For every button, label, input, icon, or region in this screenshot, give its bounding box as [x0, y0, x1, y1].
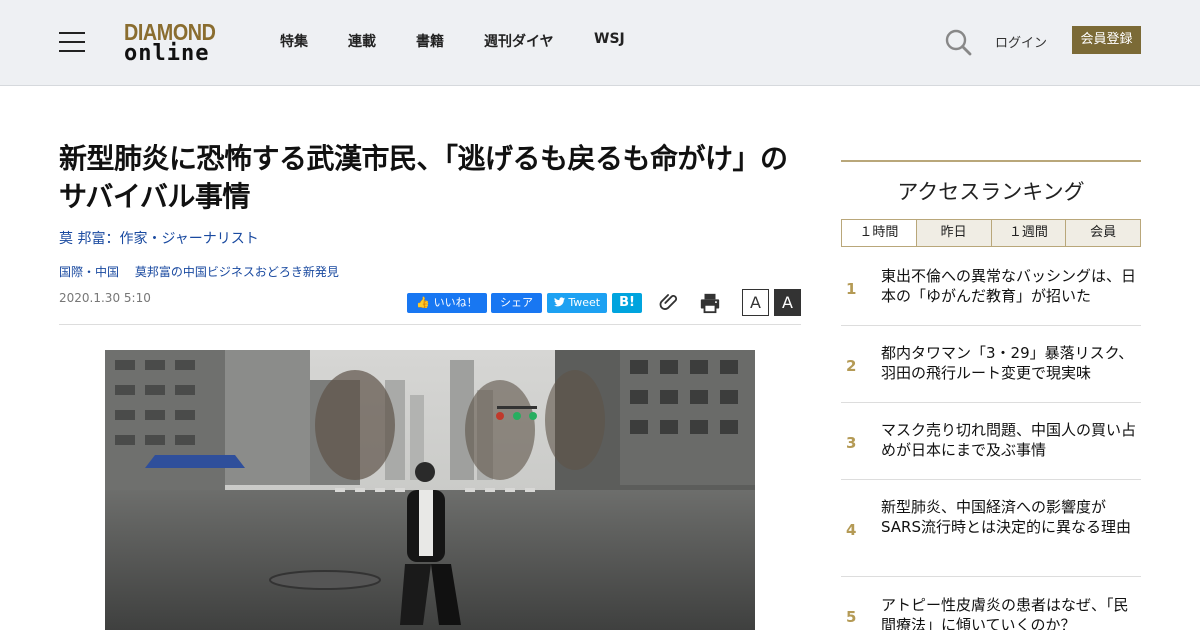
print-icon[interactable] [699, 292, 721, 314]
tab-members[interactable]: 会員 [1065, 220, 1140, 246]
ranking-tabs: １時間 昨日 １週間 会員 [841, 219, 1141, 247]
ranking-headline: 都内タワマン「3・29」暴落リスク、羽田の飛行ルート変更で現実味 [881, 344, 1134, 382]
nav-item-wsj[interactable]: WSJ [594, 31, 625, 47]
divider [59, 324, 801, 325]
facebook-share-button[interactable]: シェア [491, 293, 542, 313]
ranking-item[interactable]: 2 都内タワマン「3・29」暴落リスク、羽田の飛行ルート変更で現実味 [841, 326, 1141, 403]
article-title: 新型肺炎に恐怖する武漢市民、「逃げるも戻るも命がけ」のサバイバル事情 [59, 142, 788, 213]
article-date: 2020.1.30 5:10 [59, 291, 151, 305]
nav-item-special[interactable]: 特集 [280, 31, 308, 51]
like-label: いいね！ [433, 296, 478, 309]
ranking-number: 5 [846, 608, 857, 626]
ranking-title: アクセスランキング [897, 180, 1085, 204]
site-logo[interactable]: DIAMOND online [124, 20, 228, 66]
ranking-number: 2 [846, 357, 857, 375]
tweet-button[interactable]: Tweet [547, 293, 607, 313]
logo-text-bottom: online [124, 41, 210, 66]
category-link[interactable]: 国際・中国 [59, 265, 119, 279]
logo-text-top: DIAMOND [124, 19, 216, 45]
login-link[interactable]: ログイン [995, 32, 1047, 51]
nav-item-weekly-diamond[interactable]: 週刊ダイヤ [484, 31, 554, 51]
ranking-number: 3 [846, 434, 857, 452]
hatena-bookmark-button[interactable]: B! [612, 293, 642, 313]
ranking-item[interactable]: 4 新型肺炎、中国経済への影響度がSARS流行時とは決定的に異なる理由 [841, 480, 1141, 577]
ranking-item[interactable]: 5 アトピー性皮膚炎の患者はなぜ、「民間療法」に傾いていくのか？ [841, 577, 1141, 630]
twitter-bird-icon [553, 297, 565, 307]
ranking-headline: 新型肺炎、中国経済への影響度がSARS流行時とは決定的に異なる理由 [881, 498, 1132, 536]
search-icon[interactable] [944, 28, 972, 56]
facebook-like-button[interactable]: 👍 いいね！ [407, 293, 487, 313]
article-photo [105, 350, 755, 630]
tab-1-hour[interactable]: １時間 [842, 220, 916, 246]
font-size-large-button[interactable]: A [774, 289, 801, 316]
menu-icon[interactable] [59, 32, 85, 52]
ranking-number: 4 [846, 521, 857, 539]
site-header: DIAMOND online 特集 連載 書籍 週刊ダイヤ WSJ ログイン 会… [0, 0, 1200, 86]
clip-icon[interactable] [658, 291, 680, 313]
nav-item-books[interactable]: 書籍 [416, 31, 444, 51]
article-author[interactable]: 莫 邦富：作家・ジャーナリスト [59, 228, 259, 248]
nav-item-series[interactable]: 連載 [348, 31, 376, 51]
tweet-label: Tweet [568, 296, 601, 309]
tab-1-week[interactable]: １週間 [990, 220, 1066, 246]
ranking-top-rule [841, 160, 1141, 162]
article-categories: 国際・中国 莫邦富の中国ビジネスおどろき新発見 [59, 263, 351, 280]
ranking-headline: マスク売り切れ問題、中国人の買い占めが日本にまで及ぶ事情 [881, 421, 1137, 459]
tab-yesterday[interactable]: 昨日 [915, 220, 991, 246]
ranking-item[interactable]: 1 東出不倫への異常なバッシングは、日本の「ゆがんだ教育」が招いた [841, 250, 1141, 326]
ranking-number: 1 [846, 280, 857, 298]
thumbs-up-icon: 👍 [416, 296, 431, 309]
category-link[interactable]: 莫邦富の中国ビジネスおどろき新発見 [135, 265, 339, 279]
font-size-small-button[interactable]: A [742, 289, 769, 316]
ranking-headline: 東出不倫への異常なバッシングは、日本の「ゆがんだ教育」が招いた [881, 267, 1137, 305]
ranking-headline: アトピー性皮膚炎の患者はなぜ、「民間療法」に傾いていくのか？ [881, 596, 1129, 630]
ranking-item[interactable]: 3 マスク売り切れ問題、中国人の買い占めが日本にまで及ぶ事情 [841, 403, 1141, 480]
register-button[interactable]: 会員登録 [1072, 26, 1141, 54]
